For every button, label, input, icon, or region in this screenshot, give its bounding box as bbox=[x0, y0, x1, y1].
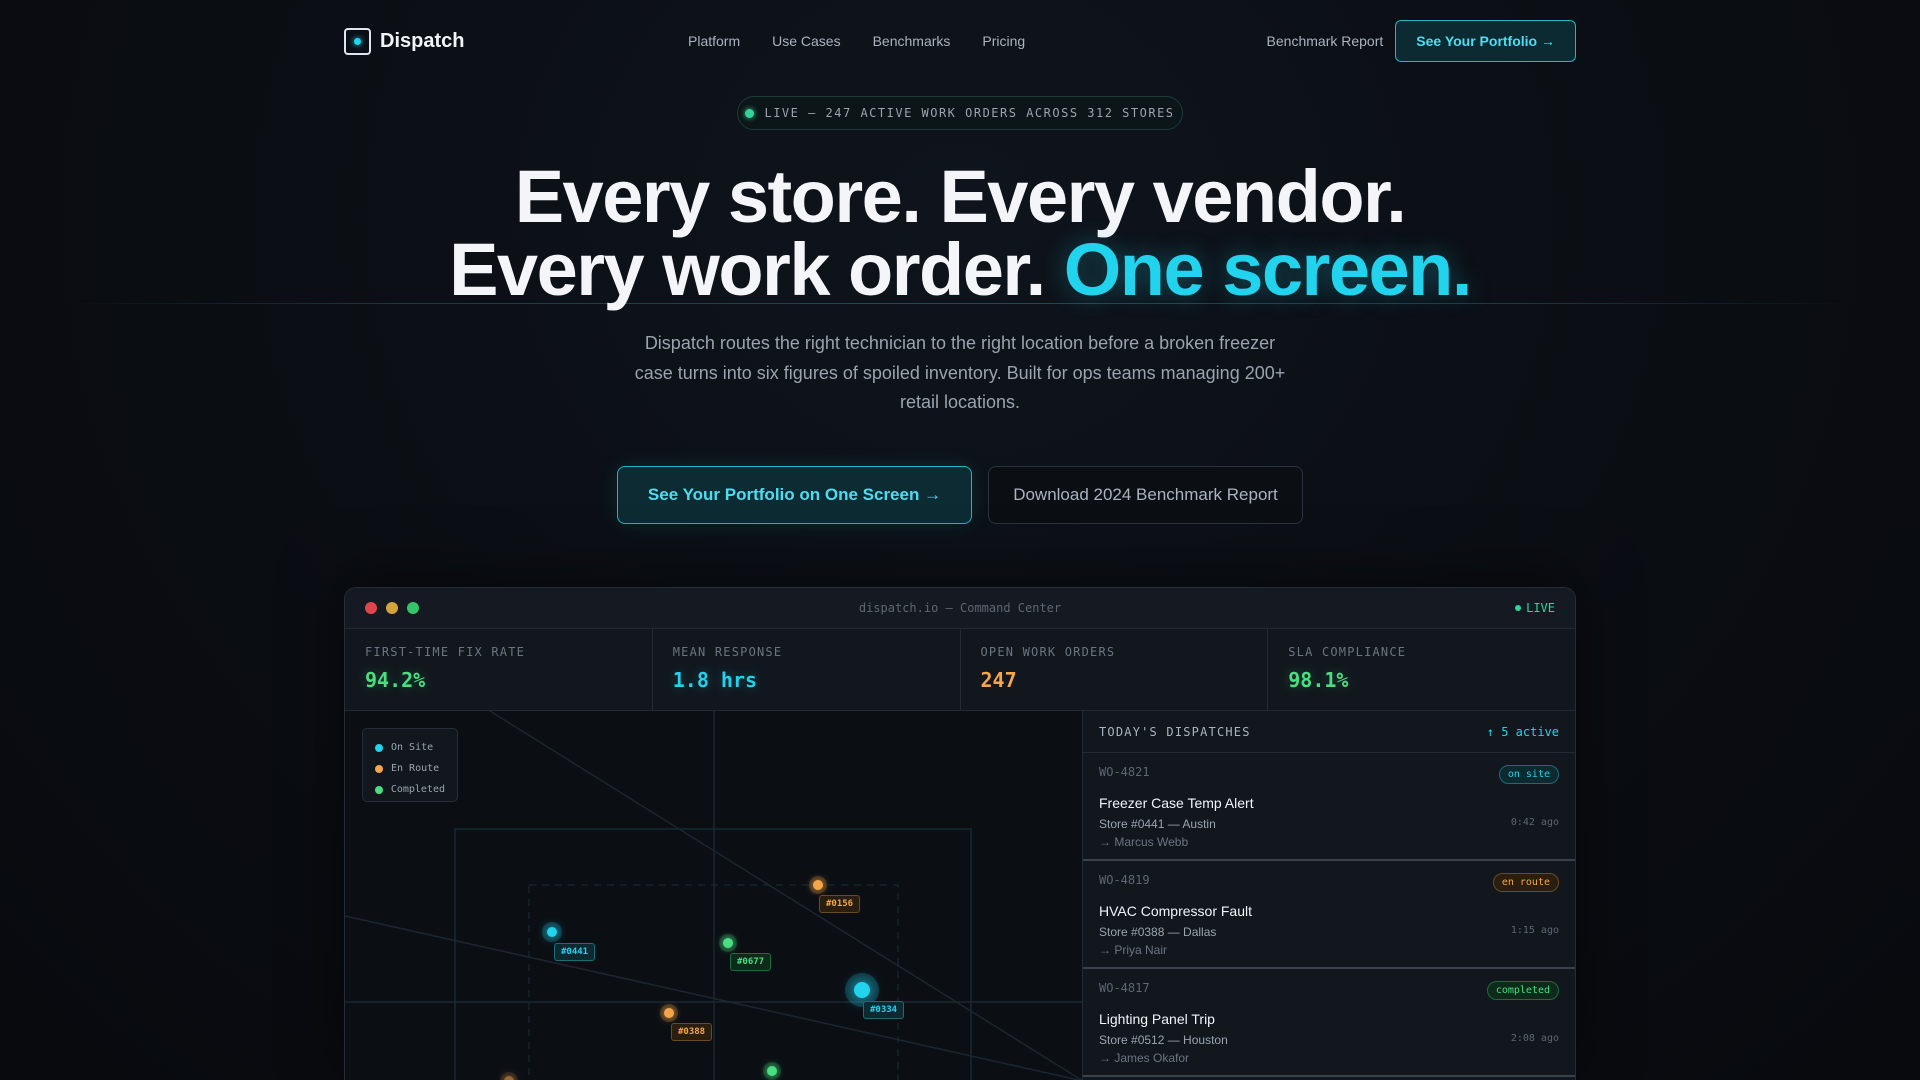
status-badge: completed bbox=[1486, 981, 1559, 1000]
kpi-label: OPEN WORK ORDERS bbox=[980, 645, 1116, 659]
dispatch-card[interactable]: WO-4817 completed Lighting Panel Trip St… bbox=[1083, 969, 1575, 1077]
dispatch-technician: → Marcus Webb bbox=[1099, 835, 1189, 849]
nav-link-benchmarks[interactable]: Benchmarks bbox=[873, 33, 951, 49]
store-map[interactable]: On Site En Route Completed #0441 #0156 #… bbox=[345, 711, 1083, 1080]
on-site-dot-icon bbox=[375, 743, 383, 752]
completed-dot-icon bbox=[375, 785, 383, 794]
logo-icon bbox=[344, 27, 371, 55]
map-pin-icon[interactable] bbox=[813, 880, 823, 890]
en-route-dot-icon bbox=[375, 764, 383, 773]
dispatch-card[interactable]: WO-4819 en route HVAC Compressor Fault S… bbox=[1083, 861, 1575, 969]
dispatches-title: TODAY'S DISPATCHES bbox=[1099, 724, 1251, 739]
brand-name: Dispatch bbox=[380, 29, 465, 52]
window-titlebar: dispatch.io — Command Center LIVE bbox=[345, 588, 1575, 629]
dispatch-technician: → Priya Nair bbox=[1099, 943, 1168, 957]
dispatch-title: Freezer Case Temp Alert bbox=[1099, 795, 1254, 811]
kpi-value: 98.1% bbox=[1288, 668, 1349, 692]
kpi-value: 1.8 hrs bbox=[672, 668, 758, 692]
legend-on-site: On Site bbox=[375, 737, 445, 758]
see-portfolio-nav-button[interactable]: See Your Portfolio → bbox=[1395, 20, 1576, 62]
pin-label-0441[interactable]: #0441 bbox=[554, 943, 596, 961]
maximize-dot-icon bbox=[407, 602, 419, 614]
kpi-label: SLA COMPLIANCE bbox=[1288, 645, 1407, 659]
pin-label-0388[interactable]: #0388 bbox=[671, 1023, 713, 1041]
dispatch-card[interactable]: WO-4821 on site Freezer Case Temp Alert … bbox=[1083, 753, 1575, 861]
kpi-sla-compliance: SLA COMPLIANCE 98.1% bbox=[1268, 629, 1575, 710]
window-title: dispatch.io — Command Center bbox=[858, 601, 1062, 615]
nav-link-use-cases[interactable]: Use Cases bbox=[772, 33, 840, 49]
dispatch-store: Store #0388 — Dallas bbox=[1099, 925, 1217, 939]
map-pin-icon[interactable] bbox=[767, 1066, 777, 1076]
legend-en-route: En Route bbox=[375, 758, 445, 779]
legend-completed: Completed bbox=[375, 779, 445, 800]
dispatch-time: 2:08 ago bbox=[1510, 1033, 1559, 1044]
kpi-bar: FIRST-TIME FIX RATE 94.2% MEAN RESPONSE … bbox=[345, 629, 1575, 711]
nav-right: Benchmark Report See Your Portfolio → bbox=[1267, 20, 1576, 62]
see-portfolio-button[interactable]: See Your Portfolio on One Screen → bbox=[617, 466, 972, 524]
window-live-indicator: LIVE bbox=[1515, 601, 1555, 615]
headline-part-a: Every work order. bbox=[449, 228, 1046, 311]
kpi-open-orders: OPEN WORK ORDERS 247 bbox=[961, 629, 1269, 710]
kpi-value: 247 bbox=[980, 668, 1017, 692]
dispatches-panel: TODAY'S DISPATCHES ↑ 5 active WO-4821 on… bbox=[1083, 711, 1575, 1080]
map-pin-icon[interactable] bbox=[854, 982, 870, 998]
brand-logo[interactable]: Dispatch bbox=[344, 27, 465, 55]
headline-line-2: Every work order. One screen. bbox=[0, 233, 1920, 307]
dispatch-title: HVAC Compressor Fault bbox=[1099, 903, 1253, 919]
headline-line-1: Every store. Every vendor. bbox=[514, 155, 1407, 238]
app-body: On Site En Route Completed #0441 #0156 #… bbox=[345, 711, 1575, 1080]
map-pin-icon[interactable] bbox=[504, 1076, 514, 1080]
work-order-id: WO-4819 bbox=[1099, 873, 1150, 887]
command-center-window: dispatch.io — Command Center LIVE FIRST-… bbox=[344, 587, 1576, 1080]
nav-link-platform[interactable]: Platform bbox=[688, 33, 740, 49]
close-dot-icon bbox=[365, 602, 377, 614]
status-badge: on site bbox=[1498, 765, 1559, 784]
kpi-label: FIRST-TIME FIX RATE bbox=[365, 645, 526, 659]
legend-label: Completed bbox=[390, 784, 445, 795]
kpi-value: 94.2% bbox=[365, 668, 426, 692]
kpi-label: MEAN RESPONSE bbox=[672, 645, 783, 659]
hero-subtitle: Dispatch routes the right technician to … bbox=[634, 333, 1286, 412]
map-legend: On Site En Route Completed bbox=[362, 728, 458, 802]
kpi-fix-rate: FIRST-TIME FIX RATE 94.2% bbox=[345, 629, 653, 710]
map-pin-icon[interactable] bbox=[723, 938, 733, 948]
map-pin-icon[interactable] bbox=[664, 1008, 674, 1018]
dispatches-header: TODAY'S DISPATCHES ↑ 5 active bbox=[1083, 711, 1575, 753]
benchmark-report-link[interactable]: Benchmark Report bbox=[1267, 33, 1384, 49]
window-live-label: LIVE bbox=[1526, 601, 1555, 615]
dispatch-store: Store #0441 — Austin bbox=[1099, 817, 1216, 831]
dispatch-time: 0:42 ago bbox=[1510, 817, 1559, 828]
pin-label-0334[interactable]: #0334 bbox=[863, 1001, 905, 1019]
pin-label-0156[interactable]: #0156 bbox=[819, 895, 861, 913]
headline-accent: One screen. bbox=[1063, 228, 1473, 311]
live-status-badge: LIVE — 247 ACTIVE WORK ORDERS ACROSS 312… bbox=[737, 96, 1183, 130]
pin-label-0677[interactable]: #0677 bbox=[730, 953, 772, 971]
top-nav: Dispatch Platform Use Cases Benchmarks P… bbox=[344, 20, 1576, 62]
kpi-mean-response: MEAN RESPONSE 1.8 hrs bbox=[653, 629, 961, 710]
work-order-id: WO-4821 bbox=[1099, 765, 1150, 779]
dispatch-technician: → James Okafor bbox=[1099, 1051, 1190, 1065]
live-badge-text: LIVE — 247 ACTIVE WORK ORDERS ACROSS 312… bbox=[764, 106, 1175, 120]
nav-links: Platform Use Cases Benchmarks Pricing bbox=[688, 33, 1025, 49]
dispatch-time: 1:15 ago bbox=[1510, 925, 1559, 936]
live-dot-icon bbox=[745, 108, 755, 118]
download-report-button[interactable]: Download 2024 Benchmark Report bbox=[988, 466, 1303, 524]
legend-label: On Site bbox=[391, 742, 434, 753]
dispatch-title: Lighting Panel Trip bbox=[1099, 1011, 1215, 1027]
minimize-dot-icon bbox=[386, 602, 398, 614]
live-dot-icon bbox=[1515, 605, 1522, 611]
dispatch-store: Store #0512 — Houston bbox=[1099, 1033, 1228, 1047]
nav-link-pricing[interactable]: Pricing bbox=[982, 33, 1025, 49]
map-pin-icon[interactable] bbox=[547, 927, 557, 937]
status-badge: en route bbox=[1492, 873, 1559, 892]
active-count: ↑ 5 active bbox=[1486, 724, 1559, 739]
legend-label: En Route bbox=[391, 763, 440, 774]
